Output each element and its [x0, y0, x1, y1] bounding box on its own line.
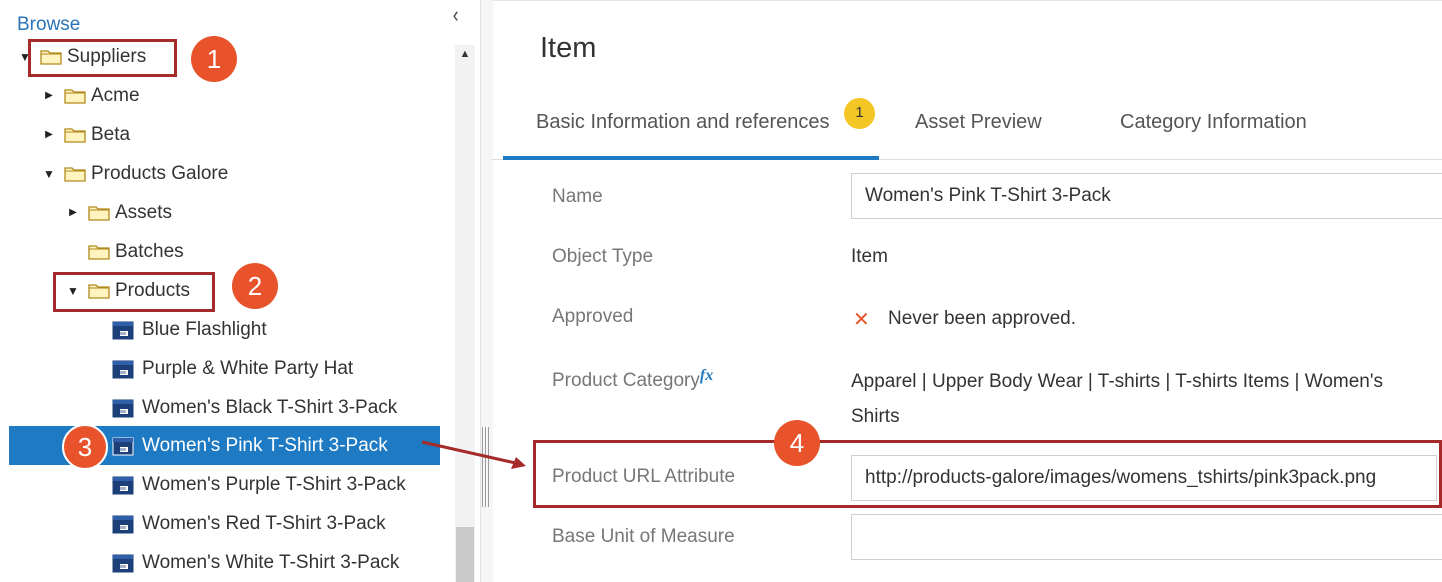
product-category-label: Product Categoryfx — [552, 367, 713, 392]
annotation-callout-4: 4 — [774, 420, 820, 466]
tree-node-label: Women's White T-Shirt 3-Pack — [142, 551, 400, 573]
tree-node-label: Beta — [91, 123, 131, 145]
fx-icon[interactable]: fx — [700, 367, 713, 384]
tab-category-information[interactable]: Category Information — [1120, 111, 1307, 134]
tab-basic-information[interactable]: Basic Information and references — [536, 111, 830, 134]
product-item-icon — [112, 320, 134, 340]
tree-folder-row[interactable]: Batches — [66, 232, 184, 271]
tree-node-label: Women's Purple T-Shirt 3-Pack — [142, 473, 406, 495]
tree-item-row[interactable]: Women's Red T-Shirt 3-Pack — [90, 504, 386, 543]
scrollbar-thumb[interactable] — [456, 527, 474, 582]
tree-item-row[interactable]: Women's Black T-Shirt 3-Pack — [90, 388, 397, 427]
product-category-value-line1: Apparel | Upper Body Wear | T-shirts | T… — [851, 371, 1383, 392]
approved-value: Never been approved. — [888, 308, 1077, 329]
annotation-box-suppliers — [28, 39, 177, 77]
base-uom-label: Base Unit of Measure — [552, 526, 735, 547]
tab-asset-preview[interactable]: Asset Preview — [915, 111, 1042, 134]
folder-icon — [88, 204, 110, 221]
collapse-panel-icon[interactable]: ‹ — [453, 2, 459, 28]
folder-icon — [64, 87, 86, 104]
x-icon: ✕ — [853, 309, 870, 331]
approved-label: Approved — [552, 306, 634, 327]
product-item-icon — [112, 514, 134, 534]
tree-node-label: Women's Black T-Shirt 3-Pack — [142, 396, 398, 418]
tree-folder-row[interactable]: ▼ Products Galore — [42, 154, 228, 193]
tree-node-label: Purple & White Party Hat — [142, 357, 354, 379]
name-label: Name — [552, 186, 603, 207]
folder-icon — [64, 165, 86, 182]
tree-node-label: Acme — [91, 84, 140, 106]
tree-node-label: Women's Pink T-Shirt 3-Pack — [142, 434, 388, 456]
object-type-label: Object Type — [552, 246, 654, 267]
product-category-label-text: Product Category — [552, 370, 700, 391]
product-item-icon — [112, 553, 134, 573]
product-category-value-line2: Shirts — [851, 406, 900, 427]
tree-node-label: Women's Red T-Shirt 3-Pack — [142, 512, 386, 534]
tab-count-badge: 1 — [844, 98, 875, 129]
product-item-icon — [112, 475, 134, 495]
tree-item-row[interactable]: Women's White T-Shirt 3-Pack — [90, 543, 399, 582]
tree-folder-row[interactable]: ▶ Beta — [42, 115, 130, 154]
annotation-callout-1: 1 — [191, 36, 237, 82]
name-field[interactable]: Women's Pink T-Shirt 3-Pack — [851, 173, 1442, 219]
annotation-box-products — [53, 272, 215, 312]
object-type-value: Item — [851, 246, 888, 267]
tree-folder-row[interactable]: ▶ Acme — [42, 76, 140, 115]
tree-node-label: Assets — [115, 201, 173, 223]
product-item-icon — [112, 359, 134, 379]
tree-node-label: Blue Flashlight — [142, 318, 267, 340]
tree-folder-row[interactable]: ▶ Assets — [66, 193, 172, 232]
scrollbar-track[interactable] — [455, 45, 475, 582]
annotation-box-product-url — [533, 440, 1442, 508]
tree-node-label: Batches — [115, 240, 184, 262]
caret-right-icon[interactable]: ▶ — [42, 129, 56, 140]
folder-icon — [64, 126, 86, 143]
annotation-callout-2: 2 — [232, 263, 278, 309]
folder-icon — [88, 243, 110, 260]
caret-down-icon[interactable]: ▼ — [42, 167, 56, 181]
product-item-icon — [112, 398, 134, 418]
annotation-callout-3: 3 — [62, 424, 108, 470]
tree-item-row[interactable]: Blue Flashlight — [90, 310, 267, 349]
page-title: Item — [540, 32, 597, 64]
annotation-arrow-icon — [421, 440, 526, 469]
active-tab-indicator — [503, 156, 879, 160]
caret-right-icon[interactable]: ▶ — [42, 90, 56, 101]
tree-item-row[interactable]: Purple & White Party Hat — [90, 349, 353, 388]
tree-item-row[interactable]: Women's Purple T-Shirt 3-Pack — [90, 465, 406, 504]
base-uom-field[interactable] — [851, 514, 1442, 560]
scroll-up-arrow-icon[interactable]: ▲ — [455, 48, 475, 68]
caret-right-icon[interactable]: ▶ — [66, 207, 80, 218]
product-item-icon — [112, 436, 134, 456]
browse-label: Browse — [17, 14, 81, 35]
tree-node-label: Products Galore — [91, 162, 229, 184]
